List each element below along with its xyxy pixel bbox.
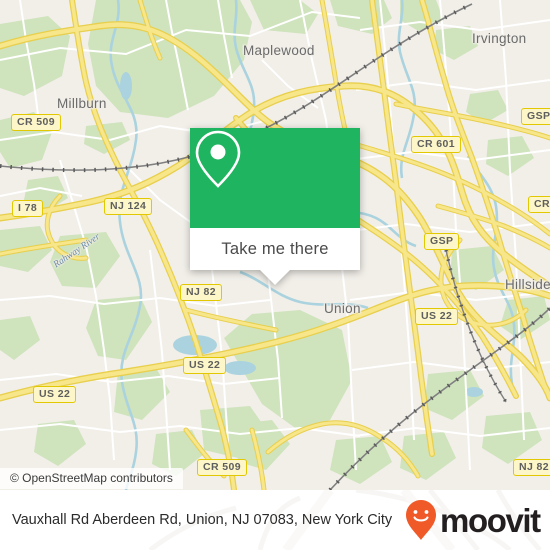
- map-shield-cr-509-b: CR 509: [197, 459, 248, 476]
- footer-content: Vauxhall Rd Aberdeen Rd, Union, NJ 07083…: [0, 490, 550, 550]
- moovit-brand[interactable]: moovit: [404, 499, 541, 541]
- map-shield-us-22-b: US 22: [183, 357, 227, 374]
- osm-attribution[interactable]: © OpenStreetMap contributors: [0, 468, 183, 489]
- address-text: Vauxhall Rd Aberdeen Rd, Union, NJ 07083…: [12, 512, 393, 528]
- map-shield-us-22-a: US 22: [415, 308, 459, 325]
- moovit-wordmark: moovit: [440, 501, 541, 539]
- callout-action-area[interactable]: Take me there: [190, 228, 360, 285]
- callout-pointer: [260, 270, 290, 285]
- footer-bar: Vauxhall Rd Aberdeen Rd, Union, NJ 07083…: [0, 490, 550, 550]
- map-shield-nj-124: NJ 124: [104, 198, 153, 215]
- map-shield-cr-601: CR 601: [411, 136, 462, 153]
- callout-icon-area: [190, 128, 360, 228]
- take-me-there-label: Take me there: [221, 239, 329, 258]
- map-canvas[interactable]: Millburn Maplewood Irvington Union Hills…: [0, 0, 550, 490]
- map-shield-nj-82-a: NJ 82: [180, 284, 223, 301]
- map-shield-nj-82-b: NJ 82: [513, 459, 550, 476]
- map-shield-i-78: I 78: [12, 200, 44, 217]
- moovit-pin-smiley-icon: [406, 500, 436, 540]
- take-me-there-callout[interactable]: Take me there: [190, 128, 360, 285]
- map-shield-cr: CR: [528, 196, 550, 213]
- map-shield-gsp-a: GSP: [521, 108, 550, 125]
- map-shield-us-22-c: US 22: [33, 386, 77, 403]
- map-shield-gsp-b: GSP: [424, 233, 460, 250]
- screenshot-root: Millburn Maplewood Irvington Union Hills…: [0, 0, 550, 550]
- location-pin-icon: [195, 130, 241, 188]
- map-shield-cr-509-a: CR 509: [11, 114, 62, 131]
